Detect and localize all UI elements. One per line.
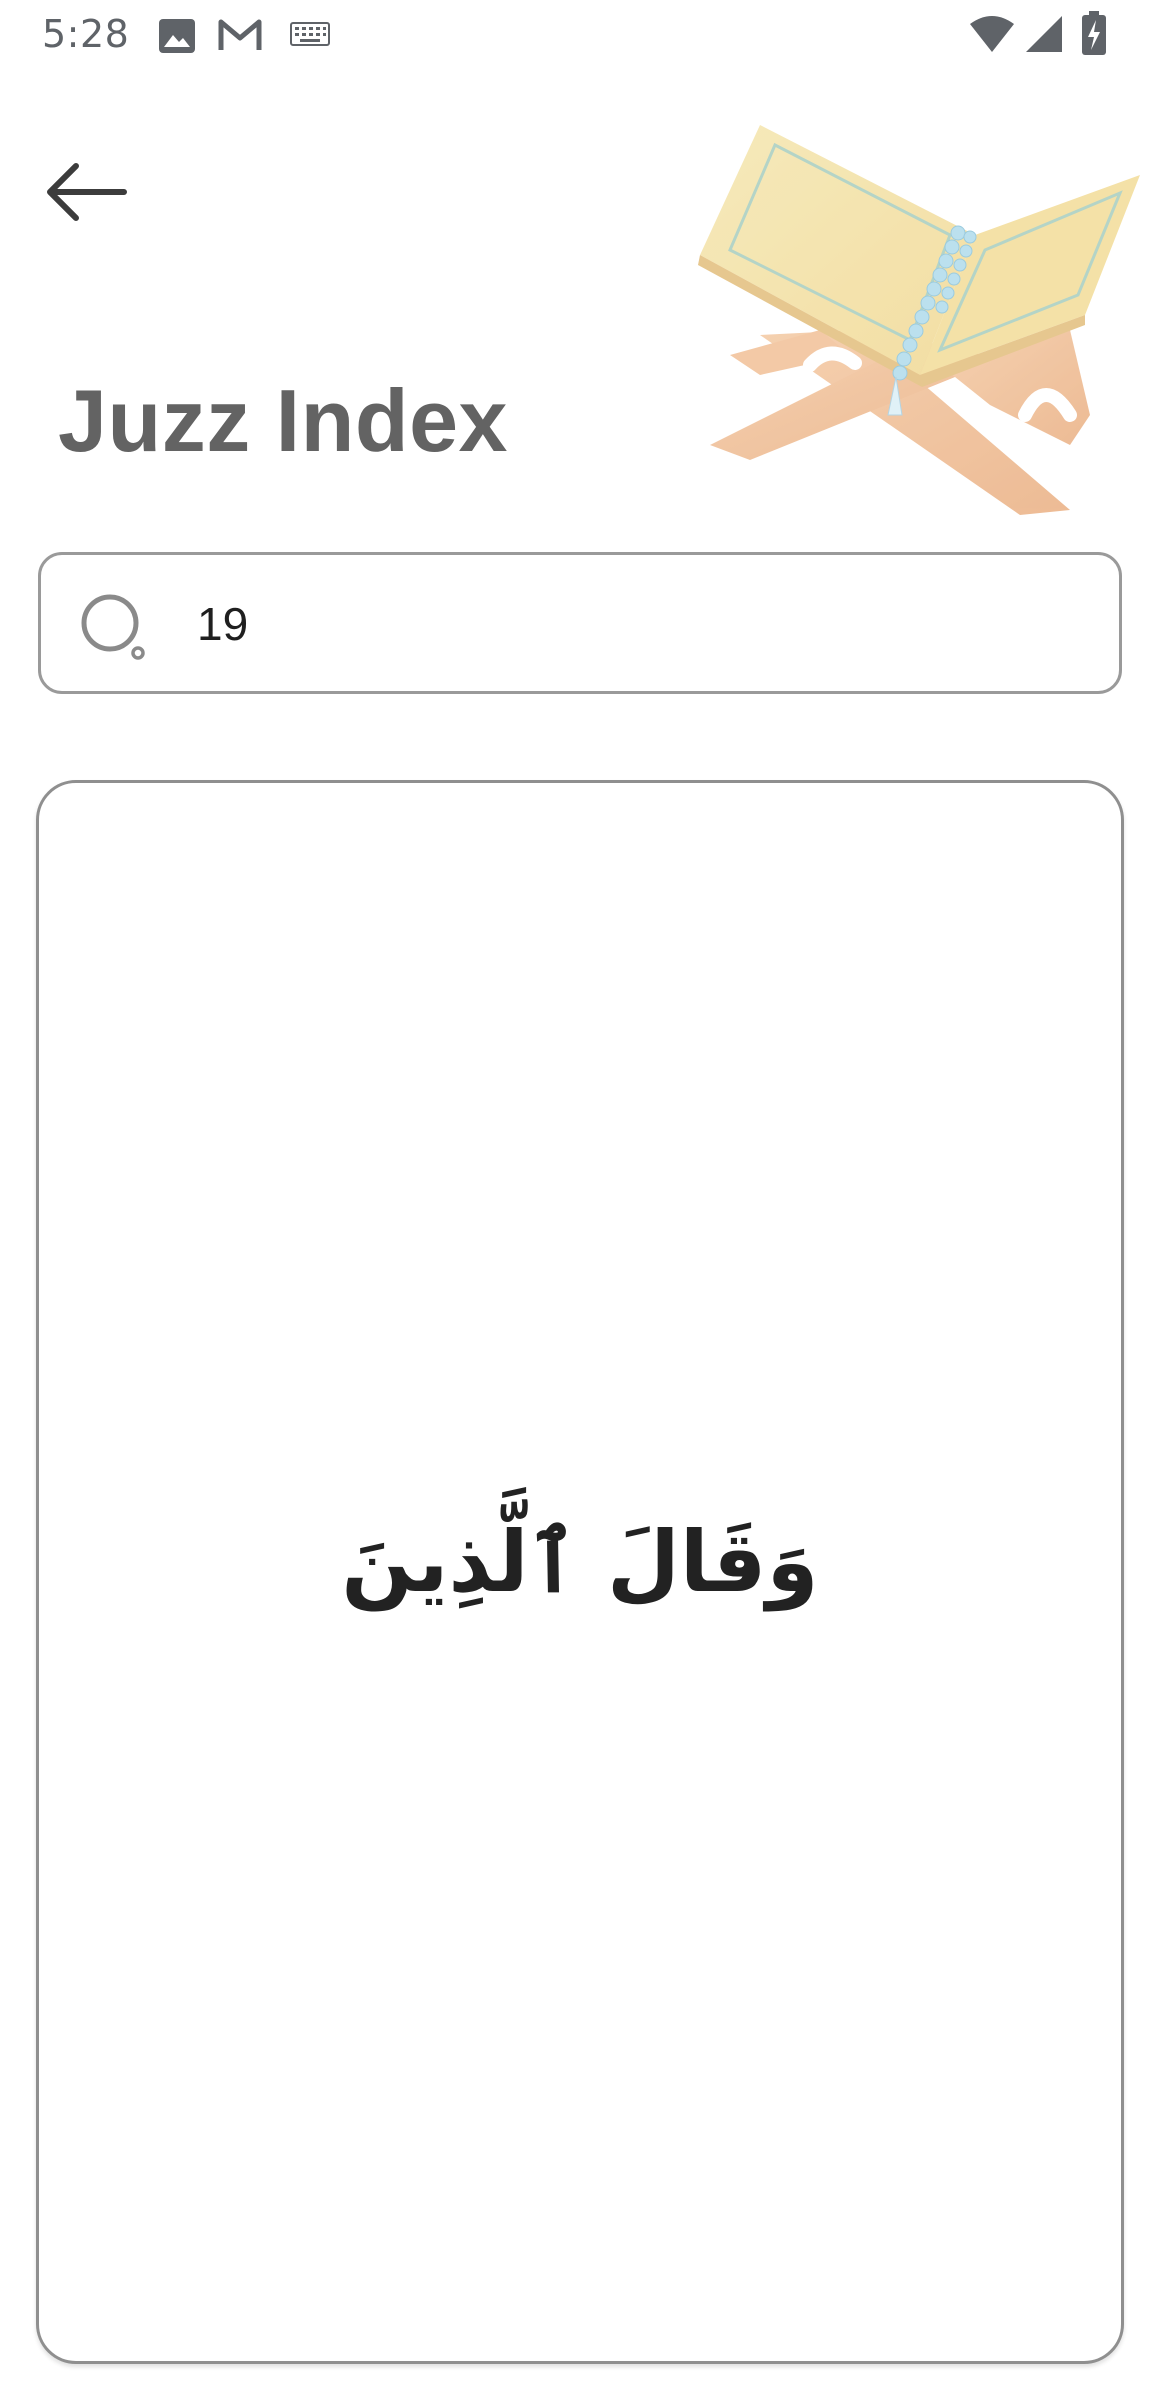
status-time: 5:28: [42, 12, 130, 56]
keyboard-icon: [290, 22, 330, 46]
juz-arabic-title: وَقَالَ ٱلَّذِينَ: [341, 1513, 819, 1611]
search-icon: [81, 594, 145, 660]
arrow-left-icon: [47, 163, 127, 221]
search-value[interactable]: 19: [197, 597, 248, 651]
gmail-icon: [218, 19, 262, 50]
juz-card[interactable]: وَقَالَ ٱلَّذِينَ: [36, 780, 1124, 2364]
status-bar: 5:28: [0, 0, 1160, 72]
quran-book-illustration: [698, 125, 1140, 515]
battery-charging-icon: [1082, 11, 1106, 55]
signal-icon: [1026, 16, 1062, 52]
page-title: Juzz Index: [58, 371, 508, 470]
wifi-icon: [970, 16, 1014, 52]
search-input[interactable]: 19: [38, 552, 1122, 694]
image-icon: [159, 19, 195, 53]
back-button[interactable]: [40, 148, 150, 238]
